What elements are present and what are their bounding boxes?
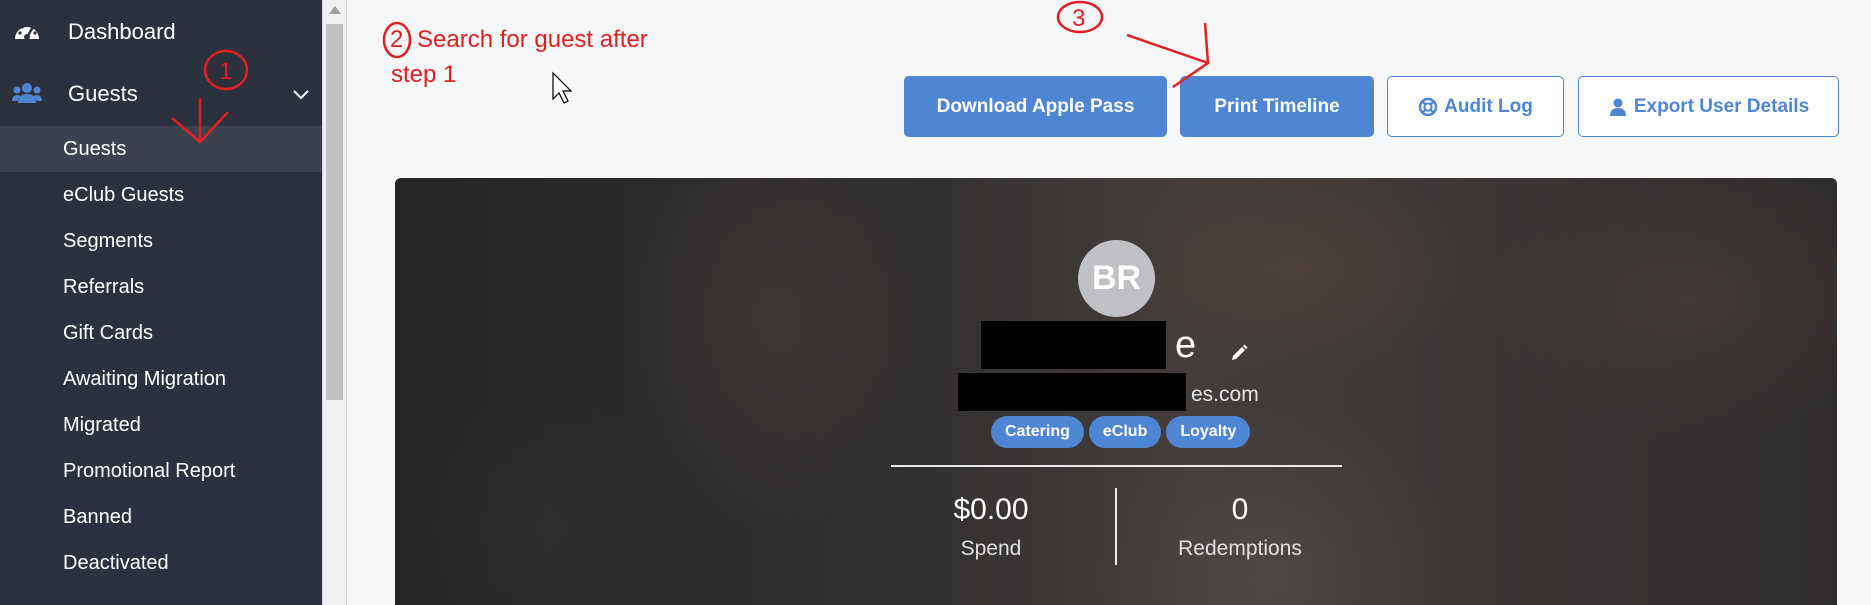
guest-profile-card: BR e es.com Catering eClub Loyalty $0.00… (395, 178, 1837, 605)
button-label: Export User Details (1633, 95, 1810, 117)
sidebar-subitem-migrated[interactable]: Migrated (0, 402, 322, 448)
tag-eclub: eClub (1088, 416, 1162, 448)
sidebar-subitem-deactivated[interactable]: Deactivated (0, 540, 322, 586)
mouse-cursor-icon (552, 71, 573, 104)
step2-number: 2 (390, 26, 404, 53)
sidebar-item-label: Guests (68, 81, 138, 106)
button-label: Print Timeline (1214, 95, 1340, 117)
sidebar-subitem-guests[interactable]: Guests (0, 126, 322, 172)
tag-catering: Catering (991, 416, 1084, 448)
guest-tags: Catering eClub Loyalty (991, 416, 1251, 448)
life-ring-icon (1418, 97, 1438, 116)
redacted-name-block (981, 321, 1166, 369)
users-icon (12, 83, 42, 103)
sidebar-item-label: Dashboard (68, 19, 176, 44)
user-icon (1609, 98, 1626, 116)
button-label: Download Apple Pass (936, 95, 1135, 117)
sidebar-subitem-banned[interactable]: Banned (0, 494, 322, 540)
edit-pencil-icon[interactable] (1229, 343, 1249, 363)
button-label: Audit Log (1444, 95, 1533, 117)
dashboard-gauge-icon (15, 23, 39, 40)
stat-label: Redemptions (1178, 537, 1302, 560)
guest-name: e (1175, 324, 1197, 366)
stat-spend: $0.00 Spend (866, 493, 1116, 561)
redacted-email-block (958, 373, 1186, 411)
sidebar-subitem-segments[interactable]: Segments (0, 218, 322, 264)
stat-redemptions: 0 Redemptions (1115, 493, 1365, 561)
export-user-details-button[interactable]: Export User Details (1578, 76, 1839, 137)
guest-email: es.com (1191, 383, 1259, 406)
sidebar-subitem-eclub-guests[interactable]: eClub Guests (0, 172, 322, 218)
stat-value: $0.00 (953, 493, 1029, 526)
print-timeline-button[interactable]: Print Timeline (1180, 76, 1374, 137)
sidebar-scrollbar[interactable] (322, 0, 347, 605)
stat-value: 0 (1231, 493, 1249, 526)
avatar: BR (1078, 240, 1155, 317)
stat-label: Spend (960, 537, 1022, 560)
scroll-up-arrow-icon[interactable] (328, 5, 342, 15)
divider (891, 465, 1342, 467)
step2-note-line1: Search for guest after (417, 26, 648, 53)
download-apple-pass-button[interactable]: Download Apple Pass (904, 76, 1167, 137)
sidebar-item-dashboard[interactable]: Dashboard (0, 1, 322, 63)
sidebar-subitem-gift-cards[interactable]: Gift Cards (0, 310, 322, 356)
sidebar-subitem-awaiting-migration[interactable]: Awaiting Migration (0, 356, 322, 402)
step2-note-line2: step 1 (391, 61, 457, 88)
scrollbar-thumb[interactable] (326, 24, 343, 400)
chevron-down-icon[interactable] (292, 85, 310, 103)
sidebar-subitem-promotional-report[interactable]: Promotional Report (0, 448, 322, 494)
sidebar: Dashboard Guests Guests eClub Guests Seg… (0, 0, 322, 605)
step3-number: 3 (1072, 5, 1085, 32)
step3-circle (1056, 0, 1104, 34)
sidebar-item-guests[interactable]: Guests (0, 63, 322, 125)
step3-arrow (1126, 33, 1209, 65)
audit-log-button[interactable]: Audit Log (1387, 76, 1564, 137)
sidebar-subitem-referrals[interactable]: Referrals (0, 264, 322, 310)
tag-loyalty: Loyalty (1166, 416, 1251, 448)
